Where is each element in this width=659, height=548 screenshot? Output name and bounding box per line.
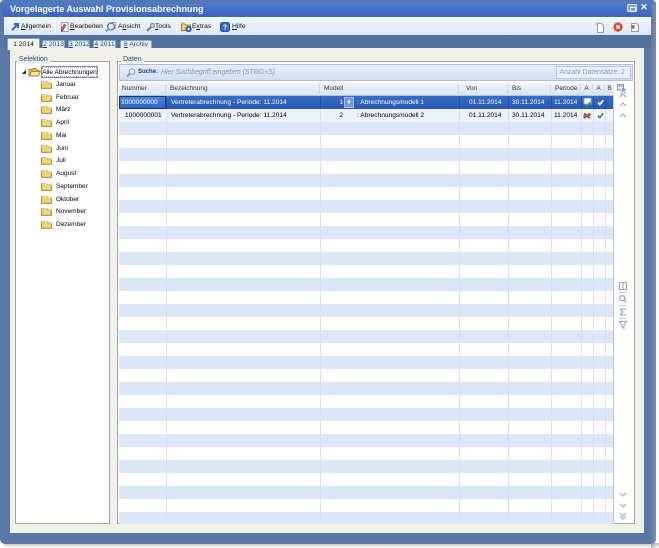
svg-text:?: ? <box>223 25 227 32</box>
